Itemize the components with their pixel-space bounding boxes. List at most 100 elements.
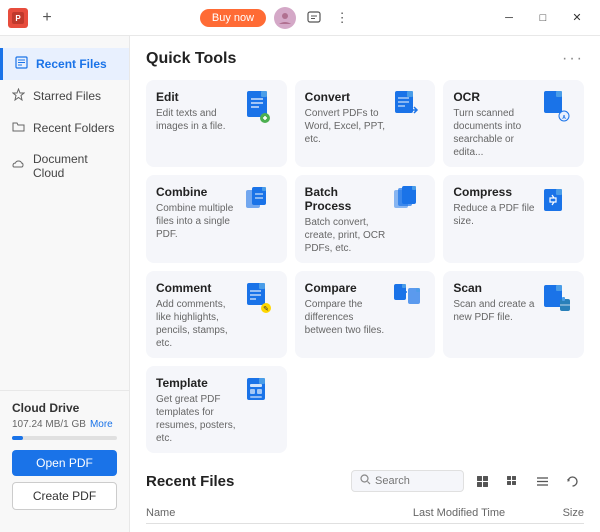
col-size-header: Size bbox=[524, 507, 584, 519]
tool-compress[interactable]: Compress Reduce a PDF file size. bbox=[443, 175, 584, 263]
starred-files-icon bbox=[12, 88, 25, 104]
tool-comment-name: Comment bbox=[156, 281, 239, 295]
tool-scan-info: Scan Scan and create a new PDF file. bbox=[453, 281, 536, 324]
sidebar-item-starred-files[interactable]: Starred Files bbox=[0, 80, 129, 112]
tool-convert-info: Convert Convert PDFs to Word, Excel, PPT… bbox=[305, 90, 388, 146]
tool-compress-icon bbox=[542, 185, 574, 221]
tool-compare-info: Compare Compare the differences between … bbox=[305, 281, 388, 337]
tool-batch-icon bbox=[393, 185, 425, 221]
cloud-drive-more[interactable]: More bbox=[90, 419, 113, 430]
window-controls: ─ □ ✕ bbox=[494, 7, 592, 29]
tool-template-icon bbox=[245, 376, 277, 412]
sidebar-item-recent-folders[interactable]: Recent Folders bbox=[0, 112, 129, 144]
tool-batch-process[interactable]: Batch Process Batch convert, create, pri… bbox=[295, 175, 436, 263]
recent-folders-icon bbox=[12, 120, 25, 136]
tool-scan-icon bbox=[542, 281, 574, 317]
svg-text:A: A bbox=[562, 115, 566, 121]
sidebar-item-label: Recent Folders bbox=[33, 121, 114, 135]
recent-files-header: Recent Files bbox=[146, 469, 584, 493]
tool-batch-desc: Batch convert, create, print, OCR PDFs, … bbox=[305, 216, 388, 255]
maximize-button[interactable]: □ bbox=[528, 7, 558, 29]
tool-ocr-info: OCR Turn scanned documents into searchab… bbox=[453, 90, 536, 159]
cloud-drive-usage: 107.24 MB/1 GB bbox=[12, 419, 86, 430]
tool-combine-desc: Combine multiple files into a single PDF… bbox=[156, 202, 239, 241]
tool-ocr[interactable]: OCR Turn scanned documents into searchab… bbox=[443, 80, 584, 167]
tool-compress-desc: Reduce a PDF file size. bbox=[453, 202, 536, 228]
tool-edit-info: Edit Edit texts and images in a file. bbox=[156, 90, 239, 133]
recent-files-toolbar bbox=[351, 469, 584, 493]
tool-scan[interactable]: Scan Scan and create a new PDF file. bbox=[443, 271, 584, 358]
avatar[interactable] bbox=[274, 7, 296, 29]
col-name-header: Name bbox=[146, 507, 394, 519]
sidebar-item-recent-files[interactable]: Recent Files bbox=[0, 48, 129, 80]
sidebar-item-document-cloud[interactable]: Document Cloud bbox=[0, 144, 129, 188]
svg-text:✎: ✎ bbox=[263, 306, 269, 313]
quick-tools-title: Quick Tools bbox=[146, 50, 236, 68]
cloud-drive-info: 107.24 MB/1 GB More bbox=[12, 419, 117, 430]
view-list-button[interactable] bbox=[530, 469, 554, 493]
tool-convert-icon bbox=[393, 90, 425, 126]
tool-template-name: Template bbox=[156, 376, 239, 390]
tool-scan-desc: Scan and create a new PDF file. bbox=[453, 298, 536, 324]
recent-files-icon bbox=[15, 56, 28, 72]
create-pdf-button[interactable]: Create PDF bbox=[12, 482, 117, 510]
quick-tools-header: Quick Tools ··· bbox=[146, 50, 584, 68]
tool-convert[interactable]: Convert Convert PDFs to Word, Excel, PPT… bbox=[295, 80, 436, 167]
tool-compress-info: Compress Reduce a PDF file size. bbox=[453, 185, 536, 228]
tool-convert-desc: Convert PDFs to Word, Excel, PPT, etc. bbox=[305, 107, 388, 146]
tool-ocr-name: OCR bbox=[453, 90, 536, 104]
tools-grid: Edit Edit texts and images in a file. Co… bbox=[146, 80, 584, 453]
tool-batch-info: Batch Process Batch convert, create, pri… bbox=[305, 185, 388, 255]
tool-batch-name: Batch Process bbox=[305, 185, 388, 213]
tool-template[interactable]: Template Get great PDF templates for res… bbox=[146, 366, 287, 453]
search-input[interactable] bbox=[375, 475, 455, 487]
recent-files-title: Recent Files bbox=[146, 473, 234, 490]
tool-combine-icon bbox=[245, 185, 277, 221]
col-modified-header: Last Modified Time bbox=[394, 507, 524, 519]
cloud-drive-title: Cloud Drive bbox=[12, 401, 117, 415]
search-icon bbox=[360, 474, 371, 488]
minimize-button[interactable]: ─ bbox=[494, 7, 524, 29]
tool-ocr-icon: A bbox=[542, 90, 574, 126]
tool-comment[interactable]: Comment Add comments, like highlights, p… bbox=[146, 271, 287, 358]
tool-compress-name: Compress bbox=[453, 185, 536, 199]
buy-now-button[interactable]: Buy now bbox=[200, 9, 266, 27]
open-pdf-button[interactable]: Open PDF bbox=[12, 450, 117, 476]
tool-combine[interactable]: Combine Combine multiple files into a si… bbox=[146, 175, 287, 263]
tool-scan-name: Scan bbox=[453, 281, 536, 295]
content-area: Quick Tools ··· Edit Edit texts and imag… bbox=[130, 36, 600, 532]
document-cloud-icon bbox=[12, 158, 25, 174]
svg-text:P: P bbox=[15, 14, 21, 23]
refresh-button[interactable] bbox=[560, 469, 584, 493]
view-grid-large-button[interactable] bbox=[500, 469, 524, 493]
tool-comment-desc: Add comments, like highlights, pencils, … bbox=[156, 298, 239, 350]
tool-ocr-desc: Turn scanned documents into searchable o… bbox=[453, 107, 536, 159]
tool-compare[interactable]: Compare Compare the differences between … bbox=[295, 271, 436, 358]
tool-convert-name: Convert bbox=[305, 90, 388, 104]
cloud-drive-progress-fill bbox=[12, 436, 23, 440]
title-bar: P + Buy now ⋮ ─ □ ✕ bbox=[0, 0, 600, 36]
sidebar-item-label: Starred Files bbox=[33, 89, 101, 103]
quick-tools-more-button[interactable]: ··· bbox=[562, 50, 584, 68]
more-icon[interactable]: ⋮ bbox=[332, 8, 352, 28]
tool-edit-name: Edit bbox=[156, 90, 239, 104]
close-button[interactable]: ✕ bbox=[562, 7, 592, 29]
tool-comment-info: Comment Add comments, like highlights, p… bbox=[156, 281, 239, 350]
tool-edit[interactable]: Edit Edit texts and images in a file. bbox=[146, 80, 287, 167]
tool-compare-icon bbox=[393, 281, 425, 317]
cloud-drive-progress bbox=[12, 436, 117, 440]
chat-icon[interactable] bbox=[304, 8, 324, 28]
new-tab-button[interactable]: + bbox=[36, 7, 58, 29]
file-table-header: Name Last Modified Time Size bbox=[146, 503, 584, 524]
sidebar: Recent Files Starred Files Recent Folder… bbox=[0, 36, 130, 532]
main-layout: Recent Files Starred Files Recent Folder… bbox=[0, 36, 600, 532]
tool-template-info: Template Get great PDF templates for res… bbox=[156, 376, 239, 445]
search-box[interactable] bbox=[351, 470, 464, 492]
title-bar-center: Buy now ⋮ bbox=[200, 7, 352, 29]
tool-edit-desc: Edit texts and images in a file. bbox=[156, 107, 239, 133]
tool-compare-name: Compare bbox=[305, 281, 388, 295]
view-grid-small-button[interactable] bbox=[470, 469, 494, 493]
sidebar-item-label: Recent Files bbox=[36, 57, 107, 71]
tool-compare-desc: Compare the differences between two file… bbox=[305, 298, 388, 337]
table-row[interactable]: sodapdf-compressed (1).... Earlier 1.12 … bbox=[146, 528, 584, 532]
